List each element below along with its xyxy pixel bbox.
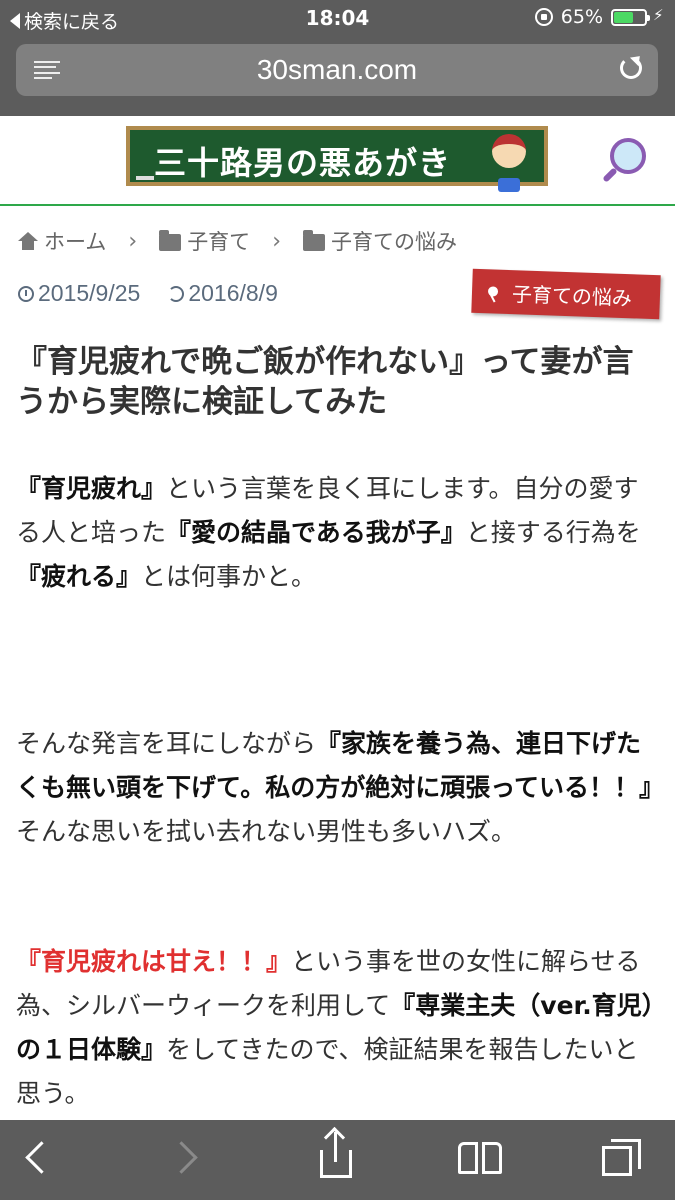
chevron-right-icon — [165, 1141, 198, 1174]
chalk-icon — [136, 176, 154, 180]
orientation-lock-icon — [534, 8, 553, 26]
update-icon — [168, 285, 185, 302]
browser-toolbar — [0, 1120, 675, 1200]
pin-icon — [487, 286, 499, 297]
share-arrow-icon — [334, 1132, 337, 1162]
site-header: 三十路男の悪あがき — [0, 116, 675, 206]
clock-icon — [18, 285, 34, 302]
logo-character-icon — [492, 134, 526, 192]
red-emphasis-text: 『育児疲れは甘え！！』 — [16, 947, 292, 976]
category-tag-label: 子育ての悩み — [511, 281, 633, 310]
chevron-left-icon — [25, 1141, 58, 1174]
battery-percent: 65% — [560, 6, 603, 28]
body-text: とは何事かと。 — [141, 562, 317, 591]
breadcrumb-home[interactable]: ホーム — [18, 226, 106, 256]
body-text: そんな発言を耳にしながら — [16, 729, 317, 758]
forward-button[interactable] — [148, 1120, 228, 1200]
body-text: そんな思いを拭い去れない男性も多いハズ。 — [16, 817, 517, 846]
tabs-button[interactable] — [580, 1120, 660, 1200]
tabs-icon — [602, 1139, 641, 1176]
breadcrumb: ホーム › 子育て › 子育ての悩み — [18, 226, 457, 256]
updated-date: 2016/8/9 — [188, 280, 278, 306]
back-button[interactable] — [0, 1120, 80, 1200]
breadcrumb-subcategory-label: 子育ての悩み — [331, 230, 457, 254]
post-title: 『育児疲れで晩ご飯が作れない』って妻が言うから実際に検証してみた — [16, 344, 634, 420]
bookmarks-button[interactable] — [440, 1120, 520, 1200]
search-icon[interactable] — [610, 138, 646, 174]
category-tag[interactable]: 子育ての悩み — [471, 268, 661, 320]
published-date: 2015/9/25 — [38, 280, 141, 306]
browser-chrome-top: 検索に戻る 18:04 65% 30sman.com — [0, 0, 675, 116]
post-dates: 2015/9/25 2016/8/9 — [18, 280, 278, 307]
body-text: と接する行為を — [465, 518, 641, 547]
home-icon — [18, 232, 38, 250]
folder-icon — [159, 229, 182, 251]
battery-icon — [611, 8, 650, 26]
breadcrumb-subcategory[interactable]: 子育ての悩み — [303, 226, 457, 256]
paragraph-1: 『育児疲れ』という言葉を良く耳にします。自分の愛する人と培った『愛の結晶である我… — [16, 467, 656, 599]
breadcrumb-category[interactable]: 子育て — [159, 226, 250, 256]
breadcrumb-separator: › — [272, 228, 281, 254]
paragraph-2: そんな発言を耳にしながら『家族を養う為、連日下げたくも無い頭を下げて。私の方が絶… — [16, 722, 664, 854]
battery-fill — [614, 11, 633, 23]
emphasis-text: 『育児疲れ』 — [16, 474, 167, 503]
paragraph-3: 『育児疲れは甘え！！』という事を世の女性に解らせる為、シルバーウィークを利用して… — [16, 940, 656, 1116]
site-logo[interactable]: 三十路男の悪あがき — [126, 126, 548, 192]
breadcrumb-separator: › — [128, 228, 138, 254]
folder-icon — [303, 229, 325, 251]
share-button[interactable] — [298, 1120, 378, 1200]
emphasis-text: 『疲れる』 — [16, 562, 142, 591]
book-icon — [458, 1142, 502, 1176]
status-right: 65% — [534, 6, 665, 28]
breadcrumb-category-label: 子育て — [187, 230, 251, 254]
charging-icon — [653, 6, 665, 25]
site-logo-text: 三十路男の悪あがき — [154, 144, 452, 182]
address-domain: 30sman.com — [256, 54, 418, 85]
reload-icon[interactable] — [620, 57, 642, 79]
breadcrumb-home-label: ホーム — [44, 230, 107, 254]
emphasis-text: 『愛の結晶である我が子』 — [166, 518, 466, 547]
address-bar[interactable]: 30sman.com — [16, 44, 658, 96]
status-bar: 検索に戻る 18:04 65% — [0, 0, 675, 36]
